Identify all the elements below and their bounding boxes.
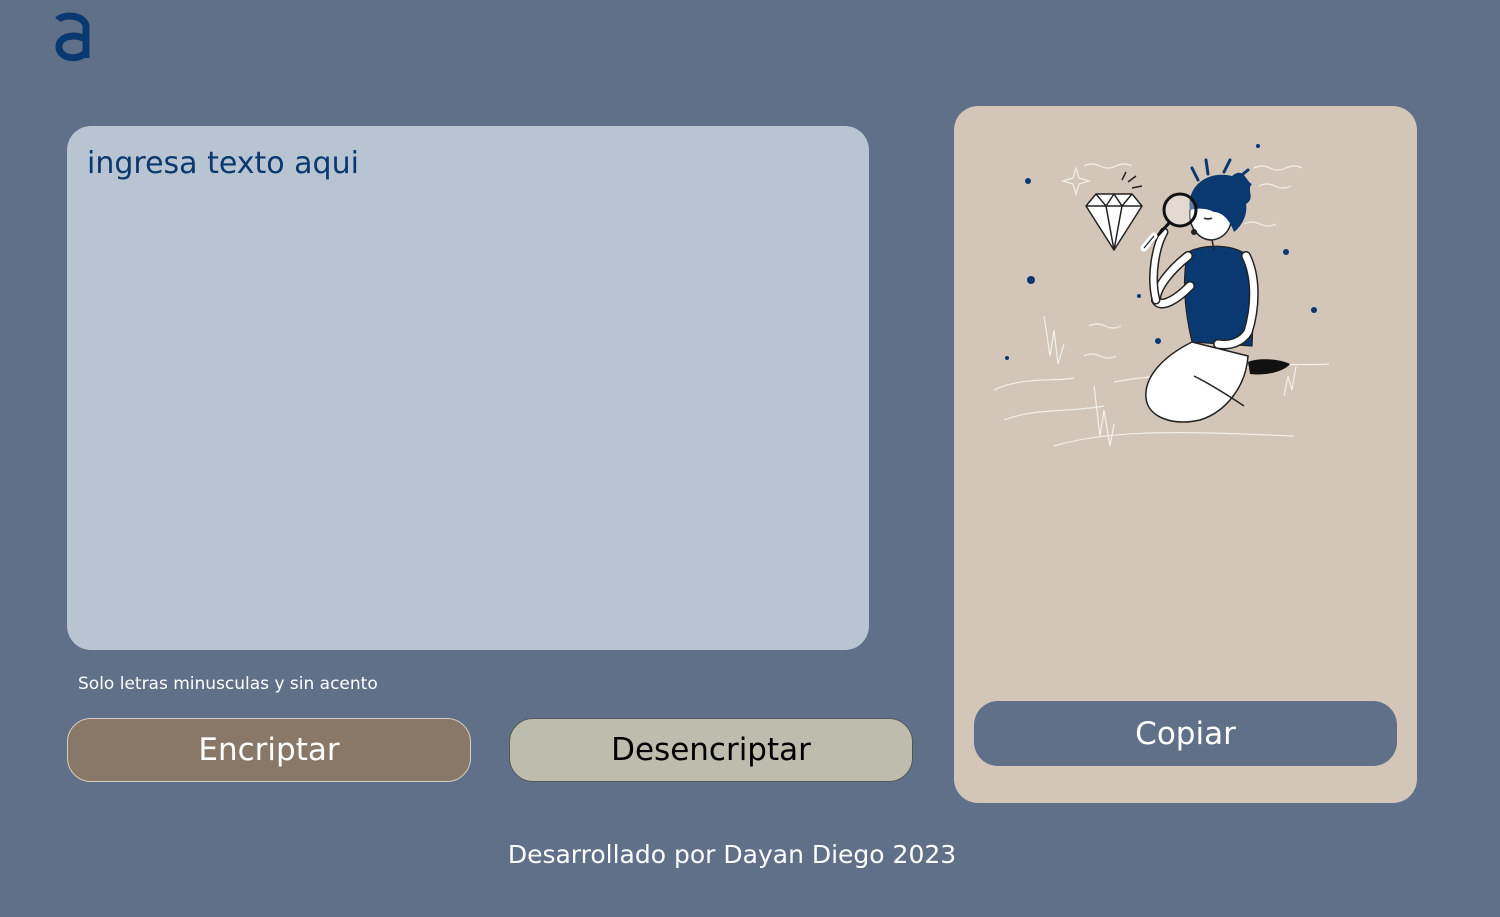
text-input[interactable]: [67, 126, 869, 650]
input-panel: [67, 126, 869, 650]
output-panel: Copiar: [954, 106, 1417, 803]
input-hint: Solo letras minusculas y sin acento: [78, 674, 378, 694]
person-with-magnifier-illustration: [994, 144, 1330, 447]
footer-credit: Desarrollado por Dayan Diego 2023: [507, 840, 957, 869]
logo-icon: [55, 12, 90, 62]
encrypt-button[interactable]: Encriptar: [67, 718, 471, 782]
decrypt-button[interactable]: Desencriptar: [509, 718, 913, 782]
copy-button[interactable]: Copiar: [974, 701, 1397, 766]
